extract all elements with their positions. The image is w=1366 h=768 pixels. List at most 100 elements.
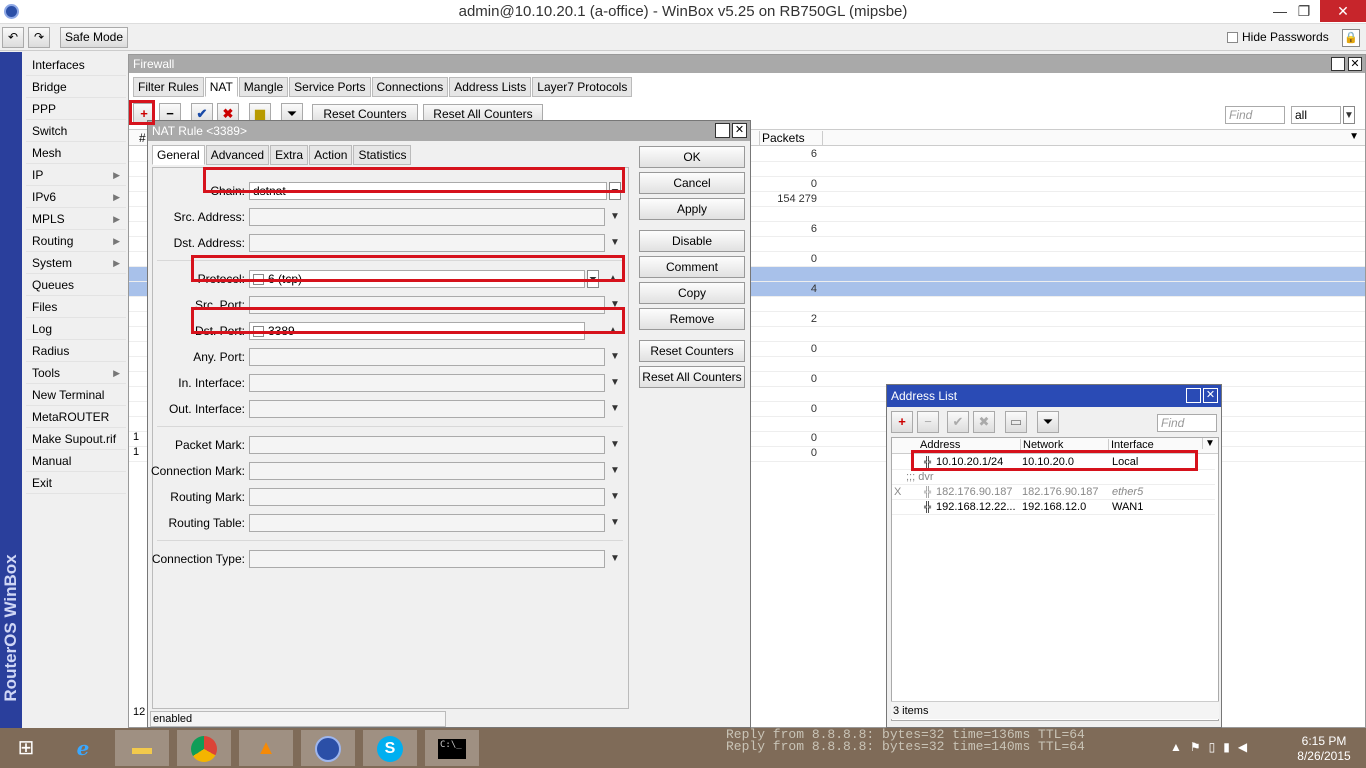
any-port-field[interactable] (249, 348, 605, 366)
tab-nat[interactable]: NAT (204, 77, 238, 97)
tray-icons[interactable]: ▲⚑▯▮◀ (1170, 740, 1255, 754)
sidebar-item-tools[interactable]: Tools ▶ (26, 362, 126, 384)
chevron-down-icon[interactable]: ▼ (609, 234, 621, 252)
sidebar-item-metarouter[interactable]: MetaROUTER (26, 406, 126, 428)
nat-tab-general[interactable]: General (152, 145, 205, 165)
ok-button[interactable]: OK (639, 146, 745, 168)
sidebar-item-ppp[interactable]: PPP (26, 98, 126, 120)
out-interface-field[interactable] (249, 400, 605, 418)
chevron-down-icon[interactable]: ▼ (609, 400, 621, 418)
routing-table-field[interactable] (249, 514, 605, 532)
nat-tab-action[interactable]: Action (309, 145, 353, 165)
copy-button[interactable]: Copy (639, 282, 745, 304)
dst-address-field[interactable] (249, 234, 605, 252)
sidebar-item-bridge[interactable]: Bridge (26, 76, 126, 98)
routing-mark-field[interactable] (249, 488, 605, 506)
al-filter-button[interactable]: ⏷ (1037, 411, 1059, 433)
sidebar-item-log[interactable]: Log (26, 318, 126, 340)
connection-mark-field[interactable] (249, 462, 605, 480)
al-columns-dropdown-icon[interactable]: ▼ (1202, 438, 1215, 449)
chevron-down-icon[interactable]: ▼ (609, 514, 621, 532)
packets-column-header[interactable]: Packets (759, 131, 823, 146)
al-enable-button[interactable]: ✔ (947, 411, 969, 433)
chevron-down-icon[interactable]: ▼ (609, 348, 621, 366)
chevron-down-icon[interactable]: ▼ (609, 208, 621, 226)
tab-service-ports[interactable]: Service Ports (289, 77, 371, 97)
sidebar-item-interfaces[interactable]: Interfaces (26, 54, 126, 76)
start-button[interactable]: ⊞ (0, 730, 52, 766)
comment-row[interactable]: ;;; dvr (892, 470, 1215, 485)
sidebar-item-system[interactable]: System ▶ (26, 252, 126, 274)
tab-layer7-protocols[interactable]: Layer7 Protocols (532, 77, 633, 97)
sidebar-item-ip[interactable]: IP ▶ (26, 164, 126, 186)
sidebar-item-mpls[interactable]: MPLS ▶ (26, 208, 126, 230)
undo-button[interactable]: ↶ (2, 27, 24, 48)
tab-filter-rules[interactable]: Filter Rules (133, 77, 204, 97)
tray-arrow-icon[interactable]: ▲ (1170, 740, 1190, 754)
lock-icon[interactable]: 🔒 (1342, 29, 1360, 47)
firewall-filter-dropdown-icon[interactable]: ▼ (1343, 106, 1355, 124)
sidebar-item-routing[interactable]: Routing ▶ (26, 230, 126, 252)
al-find-input[interactable]: Find (1157, 414, 1217, 432)
in-interface-field[interactable] (249, 374, 605, 392)
volume-icon[interactable]: ◀ (1238, 740, 1255, 754)
chevron-down-icon[interactable]: ▼ (609, 374, 621, 392)
sidebar-item-exit[interactable]: Exit (26, 472, 126, 494)
al-disable-button[interactable]: ✖ (973, 411, 995, 433)
chrome-taskbar-button[interactable] (177, 730, 231, 766)
sidebar-item-ipv6[interactable]: IPv6 ▶ (26, 186, 126, 208)
packet-mark-field[interactable] (249, 436, 605, 454)
cancel-button[interactable]: Cancel (639, 172, 745, 194)
nat-tab-advanced[interactable]: Advanced (205, 145, 270, 165)
winbox-taskbar-button[interactable] (301, 730, 355, 766)
sidebar-item-files[interactable]: Files (26, 296, 126, 318)
safe-mode-button[interactable]: Safe Mode (60, 27, 128, 48)
firewall-close-icon[interactable]: ✕ (1348, 57, 1362, 71)
tray-device-icon[interactable]: ▯ (1209, 740, 1224, 754)
nat-tab-statistics[interactable]: Statistics (353, 145, 412, 165)
network-icon[interactable]: ▮ (1223, 740, 1238, 754)
comment-button[interactable]: Comment (639, 256, 745, 278)
src-address-field[interactable] (249, 208, 605, 226)
sidebar-item-radius[interactable]: Radius (26, 340, 126, 362)
close-button[interactable]: ✕ (1320, 0, 1366, 22)
connection-type-field[interactable] (249, 550, 605, 568)
address-list-maximize-icon[interactable] (1186, 388, 1201, 403)
nat-rule-maximize-icon[interactable] (715, 123, 730, 138)
sidebar-item-manual[interactable]: Manual (26, 450, 126, 472)
tray-flag-icon[interactable]: ⚑ (1190, 740, 1209, 754)
ie-taskbar-button[interactable]: e (56, 730, 110, 766)
cmd-taskbar-button[interactable]: C:\_ (425, 730, 479, 766)
chevron-down-icon[interactable]: ▼ (609, 436, 621, 454)
sidebar-item-switch[interactable]: Switch (26, 120, 126, 142)
remove-button[interactable]: Remove (639, 308, 745, 330)
tab-mangle[interactable]: Mangle (238, 77, 289, 97)
firewall-find-input[interactable]: Find (1225, 106, 1285, 124)
vlc-taskbar-button[interactable]: ▲ (239, 730, 293, 766)
redo-button[interactable]: ↷ (28, 27, 50, 48)
nat-tab-extra[interactable]: Extra (270, 145, 309, 165)
explorer-taskbar-button[interactable]: ▬ (115, 730, 169, 766)
columns-dropdown-icon[interactable]: ▼ (1349, 131, 1359, 142)
taskbar-clock[interactable]: 6:15 PM 8/26/2015 (1292, 734, 1356, 764)
sidebar-item-new-terminal[interactable]: New Terminal (26, 384, 126, 406)
chevron-down-icon[interactable]: ▼ (609, 488, 621, 506)
tab-address-lists[interactable]: Address Lists (449, 77, 532, 97)
reset-counters-dialog-button[interactable]: Reset Counters (639, 340, 745, 362)
firewall-maximize-icon[interactable] (1331, 57, 1345, 71)
address-list-close-icon[interactable]: ✕ (1203, 388, 1218, 403)
hide-passwords-checkbox[interactable] (1227, 32, 1238, 44)
nat-rule-close-icon[interactable]: ✕ (732, 123, 747, 138)
firewall-filter-select[interactable]: all (1291, 106, 1341, 124)
al-add-button[interactable]: + (891, 411, 913, 433)
apply-button[interactable]: Apply (639, 198, 745, 220)
al-remove-button[interactable]: − (917, 411, 939, 433)
disable-button[interactable]: Disable (639, 230, 745, 252)
hash-column-header[interactable]: # (139, 131, 146, 145)
al-comment-button[interactable]: ▭ (1005, 411, 1027, 433)
sidebar-item-queues[interactable]: Queues (26, 274, 126, 296)
sidebar-item-make-supout-rif[interactable]: Make Supout.rif (26, 428, 126, 450)
chevron-down-icon[interactable]: ▼ (609, 462, 621, 480)
hide-passwords-toggle[interactable]: Hide Passwords (1227, 30, 1329, 44)
tab-connections[interactable]: Connections (371, 77, 449, 97)
